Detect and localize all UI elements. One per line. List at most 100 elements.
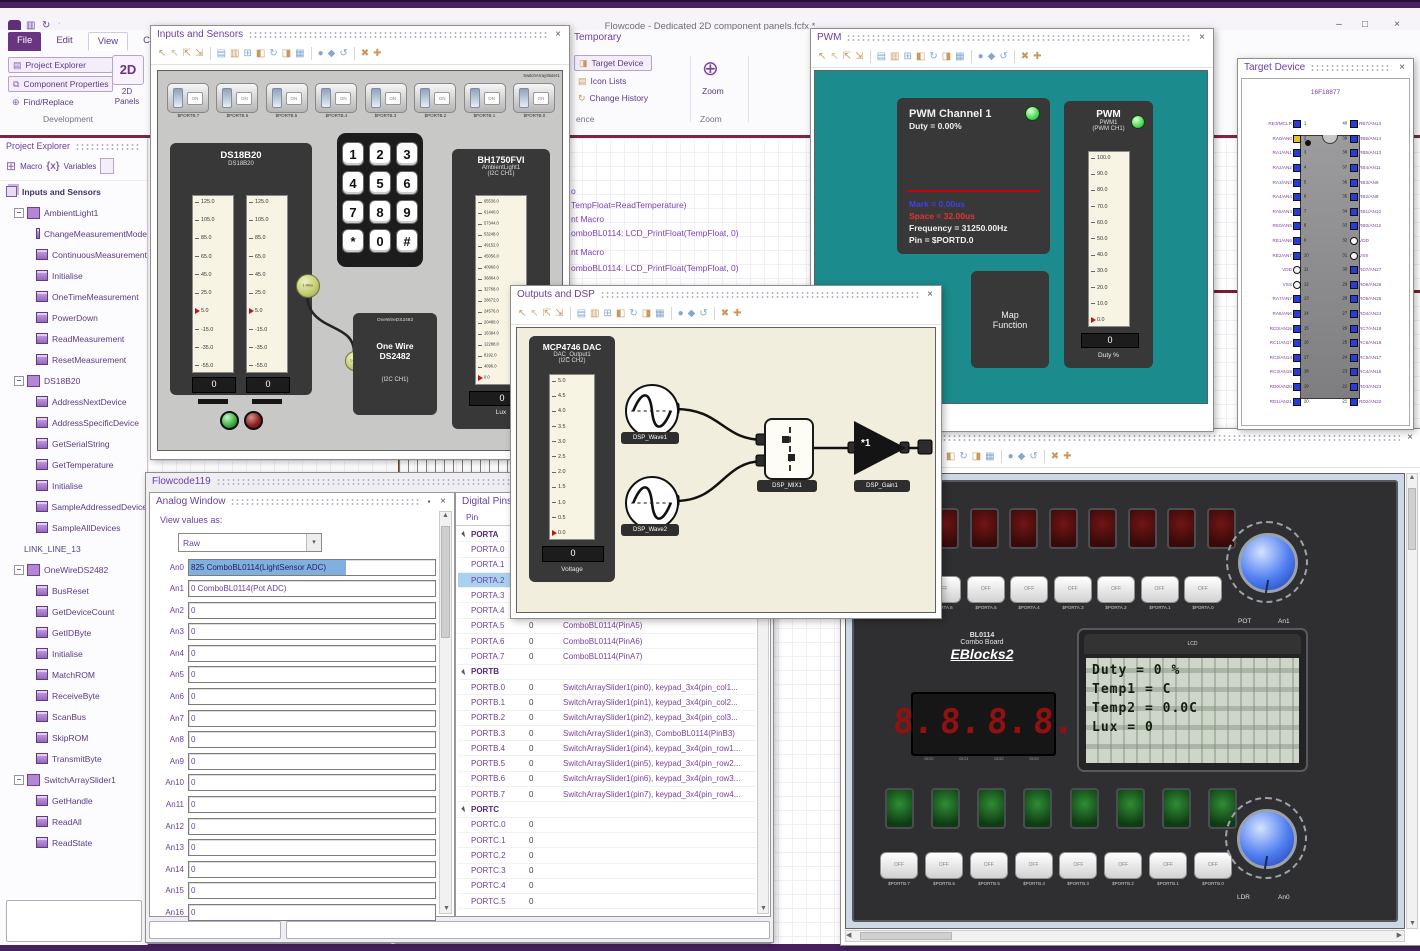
- analog-titlebar[interactable]: Analog Window ▪ ×: [150, 493, 454, 509]
- dsp-wave1-component[interactable]: [625, 384, 679, 438]
- target-device-titlebar[interactable]: Target Device ×: [1238, 59, 1413, 75]
- portb-switch[interactable]: OFF: [1059, 852, 1098, 879]
- toolbar-icon[interactable]: [569, 307, 571, 320]
- toolbar-icon[interactable]: ◨: [282, 48, 291, 59]
- analog-value-field[interactable]: 0: [188, 860, 436, 878]
- pin-pad-right[interactable]: [1350, 237, 1358, 246]
- tree-item[interactable]: BusReset: [0, 580, 147, 601]
- pin-pad-left[interactable]: [1293, 339, 1301, 348]
- clipboard-icon[interactable]: [100, 158, 115, 174]
- variables-icon[interactable]: {x}: [46, 161, 59, 172]
- toolbar-icon[interactable]: ▦: [295, 48, 304, 59]
- ribbon-button[interactable]: ▤ Project Explorer: [8, 57, 114, 73]
- tree-item[interactable]: SwitchArraySlider1: [0, 769, 147, 790]
- pin-pad-left[interactable]: [1293, 149, 1301, 158]
- tree-item[interactable]: AmbientLight1: [0, 202, 147, 223]
- tree-item[interactable]: ChangeMeasurementMode: [0, 223, 147, 244]
- toolbar-icon[interactable]: [1013, 50, 1015, 63]
- toolbar-icon[interactable]: ↖: [818, 51, 826, 62]
- analog-value-field[interactable]: 0 ComboBL0114(Pot ADC): [188, 580, 436, 598]
- toolbar-icon[interactable]: ●: [1008, 451, 1014, 462]
- tree-expander-icon[interactable]: [14, 207, 24, 218]
- toolbar-icon[interactable]: ✚: [733, 308, 741, 319]
- pin-pad-left[interactable]: [1293, 324, 1301, 333]
- ldr-knob[interactable]: [1237, 809, 1297, 869]
- tree-item[interactable]: Initialise: [0, 475, 147, 496]
- toolbar-icon[interactable]: ◆: [328, 48, 336, 59]
- toolbar-icon[interactable]: ●: [318, 48, 324, 59]
- keypad-key[interactable]: 4: [342, 171, 364, 195]
- toolbar-icon[interactable]: ↺: [1029, 451, 1037, 462]
- analog-value-field[interactable]: 0: [188, 731, 436, 749]
- variables-tab[interactable]: Variables: [64, 162, 97, 171]
- toolbar-icon[interactable]: ◆: [988, 51, 996, 62]
- keypad-key[interactable]: 0: [369, 229, 391, 253]
- pin-pad-left[interactable]: [1293, 251, 1301, 260]
- toolbar-icon[interactable]: ◧: [616, 308, 625, 319]
- digital-pin-row[interactable]: PORTB.4 0 SwitchArraySlider1(pin4), keyp…: [458, 741, 756, 757]
- ribbon-tab[interactable]: View: [87, 32, 129, 51]
- close-icon[interactable]: ×: [438, 496, 448, 507]
- scroll-left-icon[interactable]: ◀: [846, 932, 851, 939]
- analog-value-field[interactable]: 0: [188, 688, 436, 706]
- keypad-key[interactable]: *: [342, 229, 364, 253]
- toolbar-icon[interactable]: ✖: [1021, 51, 1029, 62]
- analog-value-field[interactable]: 0: [188, 644, 436, 662]
- view-toggle[interactable]: ▤ Icon Lists: [574, 74, 652, 88]
- ribbon-button[interactable]: ⊕ Find/Replace: [8, 95, 113, 109]
- portb-switch[interactable]: OFF: [1104, 852, 1143, 879]
- tree-item[interactable]: DS18B20: [0, 370, 147, 391]
- toolbar-icon[interactable]: ◆: [688, 308, 696, 319]
- slider-switch[interactable]: ON: [414, 83, 457, 113]
- scroll-thumb[interactable]: [1408, 488, 1416, 550]
- slider-switch[interactable]: ON: [216, 83, 259, 113]
- toolbar-icon[interactable]: ↖: [170, 48, 178, 59]
- group-expander-icon[interactable]: [458, 532, 471, 536]
- digital-pin-row[interactable]: PORTB.5 0 SwitchArraySlider1(pin5), keyp…: [458, 756, 756, 772]
- pin-pad-left[interactable]: [1293, 164, 1301, 173]
- keypad-key[interactable]: 6: [396, 171, 418, 195]
- toolbar-icon[interactable]: ↺: [339, 48, 347, 59]
- pwm-titlebar[interactable]: PWM ×: [811, 29, 1213, 46]
- tree-item[interactable]: GetTemperature: [0, 454, 147, 475]
- portb-switch[interactable]: OFF: [1193, 852, 1232, 879]
- toolbar-icon[interactable]: ●: [678, 308, 684, 319]
- toolbar-icon[interactable]: ▦: [655, 308, 664, 319]
- tree-item[interactable]: OneTimeMeasurement: [0, 286, 147, 307]
- analog-value-field[interactable]: 0: [188, 752, 436, 770]
- close-icon[interactable]: ×: [1405, 432, 1415, 443]
- scroll-right-icon[interactable]: ▶: [1397, 931, 1402, 939]
- tree-item[interactable]: OneWireDS2482: [0, 559, 147, 580]
- pin-pad-right[interactable]: [1350, 295, 1358, 304]
- tree-item[interactable]: AddressSpecificDevice: [0, 412, 147, 433]
- pin-pad-right[interactable]: [1350, 382, 1358, 391]
- toolbar-icon[interactable]: ⊞: [603, 308, 611, 319]
- tree-item[interactable]: ReadState: [0, 832, 147, 853]
- tree-expander-icon[interactable]: [14, 375, 24, 386]
- tree-expander-icon[interactable]: [14, 564, 24, 575]
- porta-switch[interactable]: OFF: [1140, 576, 1179, 603]
- porta-switch[interactable]: OFF: [1010, 576, 1049, 603]
- qat-caret-icon[interactable]: ·: [58, 20, 60, 27]
- keypad-key[interactable]: 1: [342, 142, 364, 166]
- digital-pin-row[interactable]: PORTC.5 0: [458, 894, 756, 910]
- digital-pin-row[interactable]: PORTB.6 0 SwitchArraySlider1(pin6), keyp…: [458, 772, 756, 788]
- digital-pin-row[interactable]: PORTA.5 0 ComboBL0114(PinA5): [458, 619, 756, 635]
- pin-pad-right[interactable]: [1350, 193, 1358, 202]
- toolbar-icon[interactable]: ▥: [230, 48, 239, 59]
- toolbar-icon[interactable]: ⇱: [843, 51, 851, 62]
- pin-pad-left[interactable]: [1293, 310, 1301, 319]
- pin-pad-right[interactable]: [1350, 164, 1358, 173]
- digital-pin-row[interactable]: PORTC.3 0: [458, 864, 756, 879]
- pin-pad-left[interactable]: [1293, 120, 1301, 129]
- pin-icon[interactable]: ▪: [425, 497, 433, 506]
- slider-switch[interactable]: ON: [364, 83, 407, 113]
- keypad-key[interactable]: #: [396, 229, 418, 253]
- toolbar-icon[interactable]: ◨: [942, 51, 951, 62]
- analog-value-field[interactable]: 0: [188, 817, 436, 835]
- analog-value-field[interactable]: 0: [188, 774, 436, 792]
- close-button[interactable]: ×: [1388, 19, 1406, 30]
- tree-item[interactable]: GetDeviceCount: [0, 601, 147, 622]
- group-expander-icon[interactable]: [458, 807, 471, 811]
- digital-pin-row[interactable]: PORTB.1 0 SwitchArraySlider1(pin1), keyp…: [458, 695, 756, 711]
